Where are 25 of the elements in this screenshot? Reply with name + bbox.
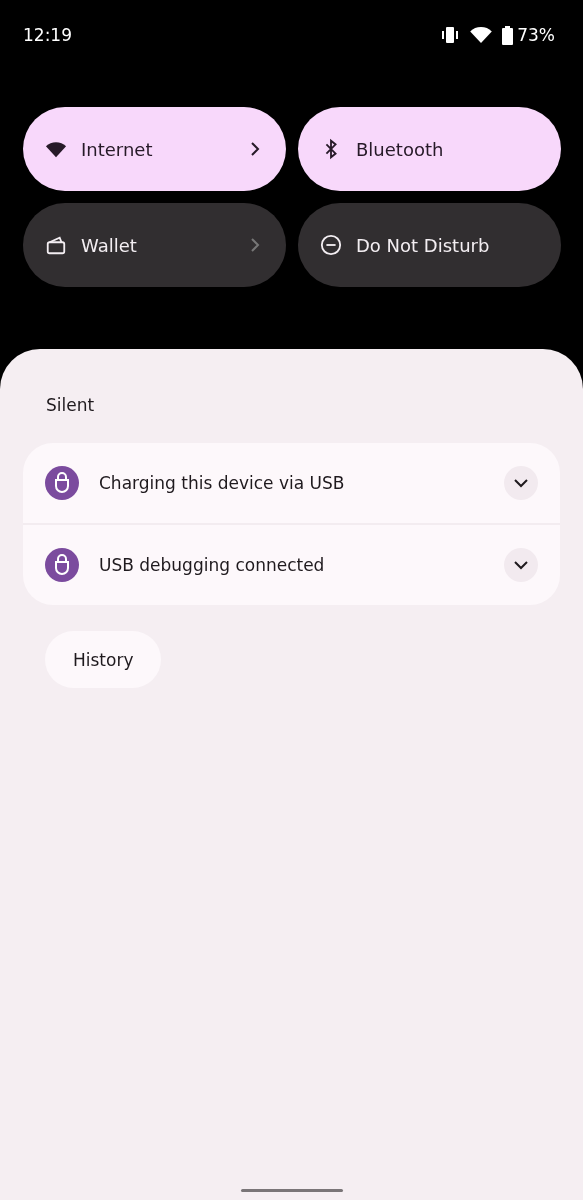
expand-button[interactable] (504, 548, 538, 582)
clock: 12:19 (23, 25, 72, 45)
vibrate-icon (440, 26, 461, 44)
quick-settings-tile[interactable]: Bluetooth (298, 107, 561, 191)
quick-settings-tile[interactable]: Wallet (23, 203, 286, 287)
notification-title[interactable]: Charging this device via USB (99, 473, 484, 493)
chevron-down-icon (513, 478, 529, 488)
history-button[interactable]: History (45, 631, 162, 688)
wallet-icon (45, 234, 67, 256)
tile-label: Internet (81, 138, 154, 160)
tile-label: Do Not Disturb (356, 234, 491, 256)
do-not-disturb-icon (320, 234, 342, 256)
section-heading: Silent (46, 395, 95, 415)
quick-settings-tile[interactable]: Do Not Disturb (298, 203, 561, 287)
expand-button[interactable] (504, 466, 538, 500)
tile-label: Wallet (81, 234, 138, 256)
notification-title[interactable]: USB debugging connected (99, 555, 484, 575)
battery-percentage: 73% (517, 25, 555, 45)
wifi-signal-icon (470, 26, 493, 44)
usb-app-icon (45, 548, 79, 582)
tile-label: Bluetooth (356, 138, 445, 160)
chevron-down-icon (513, 560, 529, 570)
usb-app-icon (45, 466, 79, 500)
quick-settings-tile[interactable]: Internet (23, 107, 286, 191)
battery-icon (502, 25, 514, 45)
